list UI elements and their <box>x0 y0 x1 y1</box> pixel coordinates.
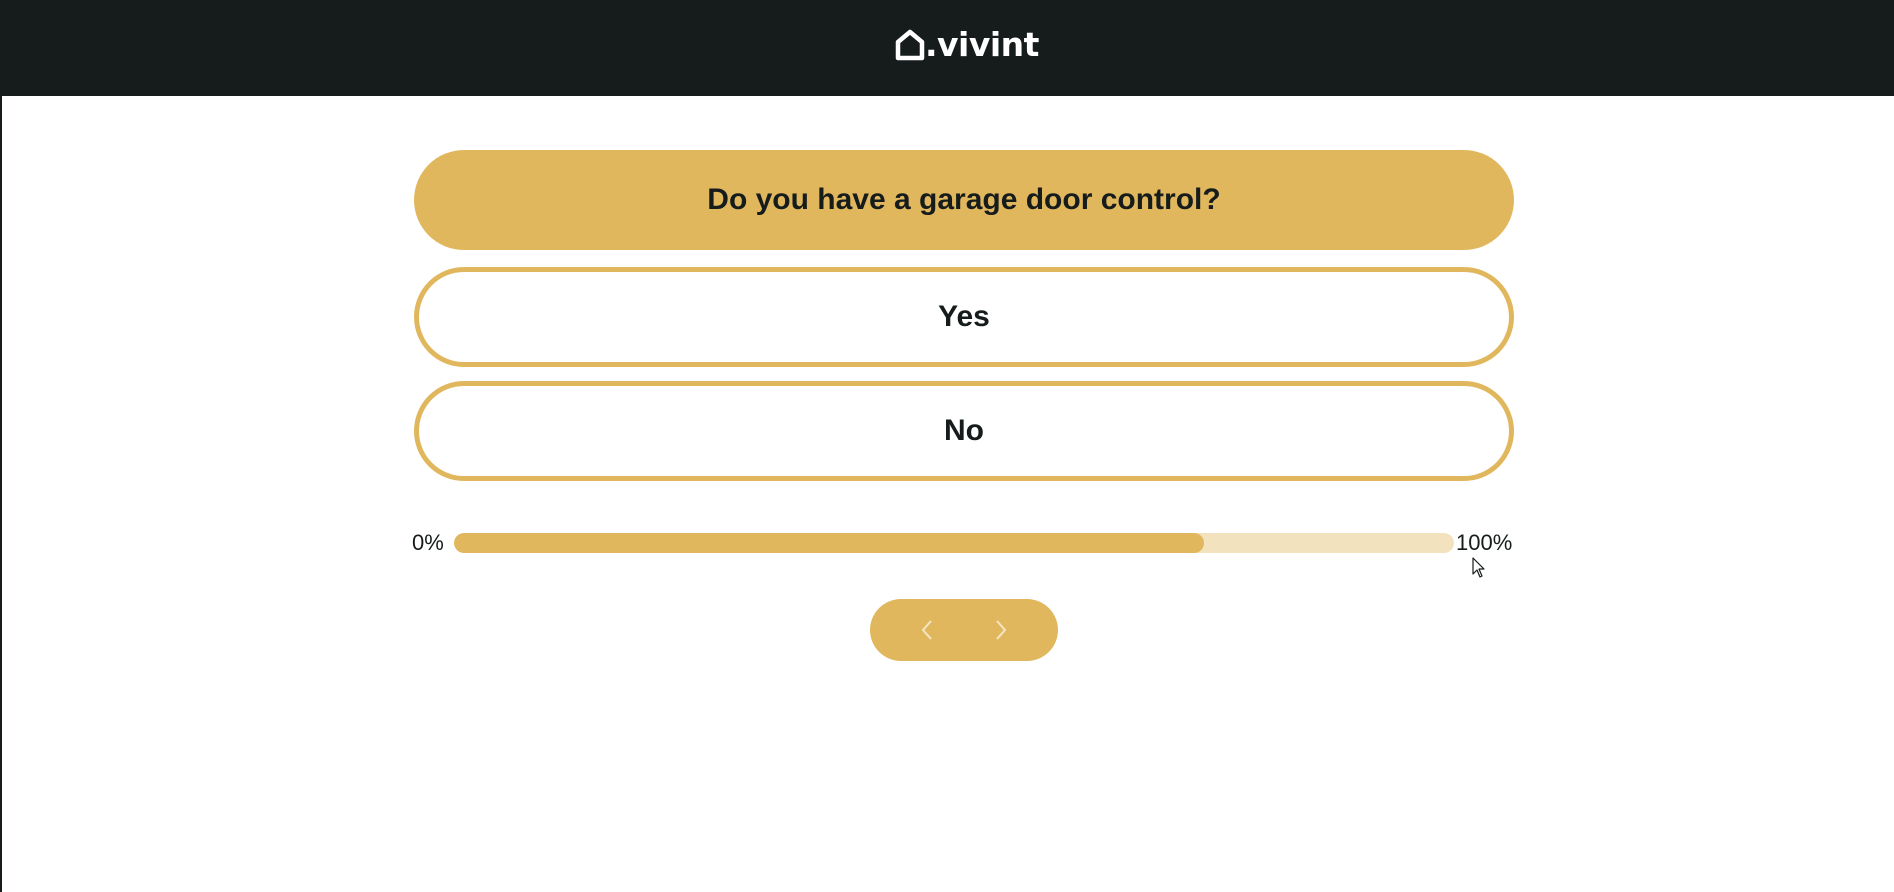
answer-no-label: No <box>944 414 984 447</box>
logo-wordmark: .vivint <box>925 25 1039 64</box>
progress-fill <box>454 533 1204 553</box>
progress-track <box>454 533 1454 553</box>
vivint-logo[interactable]: .vivint <box>895 27 1039 63</box>
progress-max-label: 100% <box>1456 530 1513 555</box>
home-outline-icon <box>895 29 925 61</box>
site-header: .vivint <box>2 0 1894 96</box>
progress-min-label: 0% <box>412 530 444 555</box>
chevron-right-icon <box>996 620 1007 640</box>
mouse-pointer-icon <box>1472 557 1485 578</box>
next-button[interactable] <box>971 599 1031 661</box>
answer-no-button[interactable]: No <box>414 381 1514 481</box>
answer-yes-label: Yes <box>938 300 990 333</box>
progress-indicator: 0% 100% <box>412 528 1518 558</box>
answer-yes-button[interactable]: Yes <box>414 267 1514 367</box>
chevron-left-icon <box>921 620 932 640</box>
step-navigation <box>870 599 1058 661</box>
previous-button[interactable] <box>897 599 957 661</box>
question-banner: Do you have a garage door control? <box>414 150 1514 250</box>
question-text: Do you have a garage door control? <box>707 183 1221 216</box>
page: .vivint Do you have a garage door contro… <box>0 0 1894 892</box>
